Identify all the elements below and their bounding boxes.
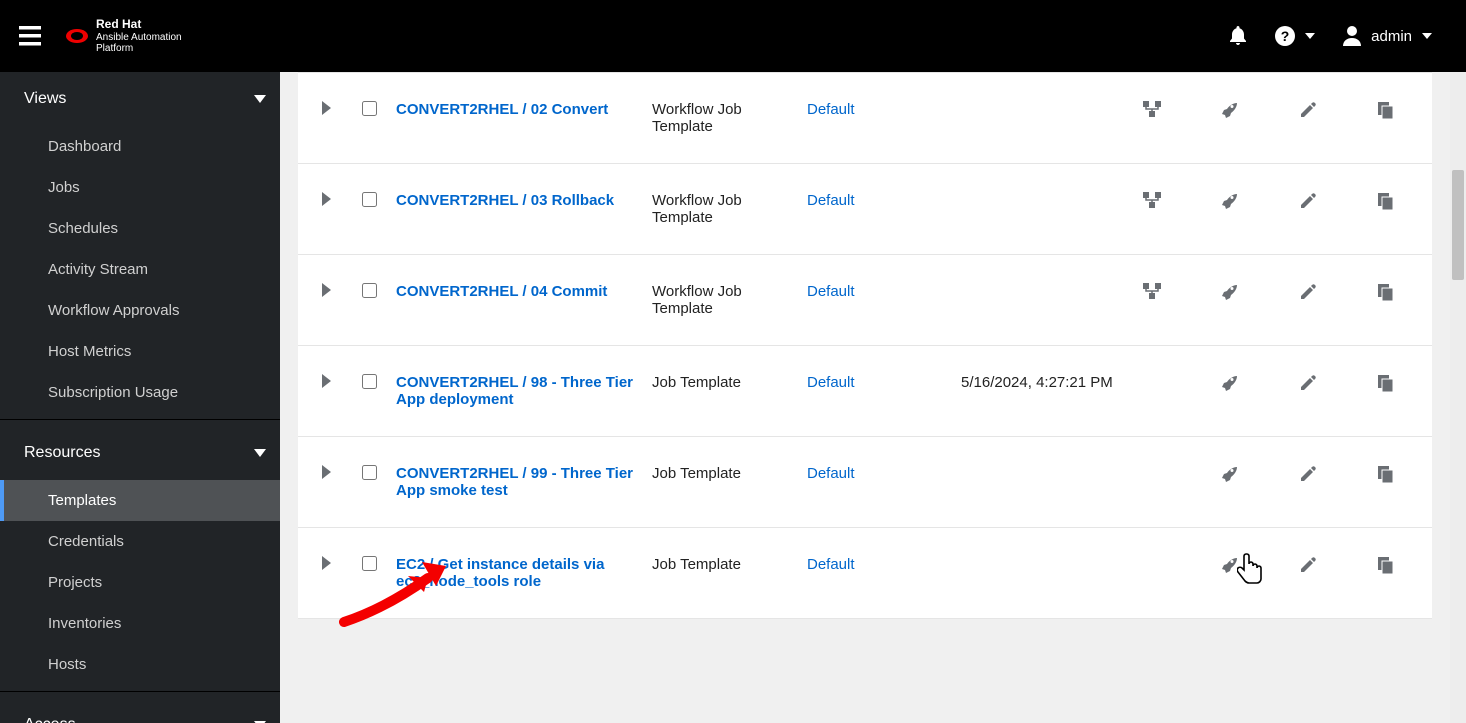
- app-header: Red Hat Ansible Automation Platform ? ad…: [0, 0, 1466, 72]
- template-name-link[interactable]: CONVERT2RHEL / 04 Commit: [396, 283, 607, 300]
- help-menu[interactable]: ?: [1275, 26, 1315, 46]
- edit-button[interactable]: [1294, 192, 1322, 210]
- edit-button[interactable]: [1294, 283, 1322, 301]
- template-name-link[interactable]: CONVERT2RHEL / 99 - Three Tier App smoke…: [396, 465, 633, 499]
- brand-logo-icon: [66, 27, 88, 45]
- svg-text:?: ?: [1281, 28, 1290, 44]
- sidebar-section-access[interactable]: Access: [0, 698, 280, 723]
- organization-link[interactable]: Default: [807, 465, 855, 482]
- copy-button[interactable]: [1372, 465, 1400, 483]
- bell-icon: [1229, 26, 1247, 46]
- user-icon: [1343, 26, 1361, 46]
- launch-button[interactable]: [1216, 192, 1244, 210]
- visualizer-button[interactable]: [1138, 101, 1166, 119]
- launch-button[interactable]: [1216, 465, 1244, 483]
- row-select[interactable]: [362, 283, 377, 298]
- edit-button[interactable]: [1294, 101, 1322, 119]
- edit-button[interactable]: [1294, 556, 1322, 574]
- table-row: CONVERT2RHEL / 99 - Three Tier App smoke…: [298, 437, 1432, 528]
- sidebar-item-dashboard[interactable]: Dashboard: [0, 126, 280, 167]
- organization-link[interactable]: Default: [807, 556, 855, 573]
- sidebar-item-templates[interactable]: Templates: [0, 480, 280, 521]
- copy-button[interactable]: [1372, 101, 1400, 119]
- sidebar-item-host-metrics[interactable]: Host Metrics: [0, 331, 280, 372]
- row-select[interactable]: [362, 101, 377, 116]
- template-type: Job Template: [652, 465, 807, 482]
- last-ran: 5/16/2024, 4:27:21 PM: [961, 374, 1131, 391]
- expand-toggle[interactable]: [322, 556, 362, 574]
- table-row: CONVERT2RHEL / 98 - Three Tier App deplo…: [298, 346, 1432, 437]
- brand-line-3: Platform: [96, 43, 182, 54]
- expand-toggle[interactable]: [322, 192, 362, 210]
- copy-button[interactable]: [1372, 556, 1400, 574]
- templates-table: CONVERT2RHEL / 02 Convert Workflow Job Te…: [298, 72, 1432, 619]
- template-type: Workflow Job Template: [652, 101, 807, 135]
- template-name-link[interactable]: CONVERT2RHEL / 02 Convert: [396, 101, 608, 118]
- organization-link[interactable]: Default: [807, 101, 855, 118]
- row-select[interactable]: [362, 556, 377, 571]
- template-type: Workflow Job Template: [652, 192, 807, 226]
- visualizer-button[interactable]: [1138, 192, 1166, 210]
- table-row: CONVERT2RHEL / 03 Rollback Workflow Job T…: [298, 164, 1432, 255]
- notifications-button[interactable]: [1229, 26, 1247, 46]
- main-content: CONVERT2RHEL / 02 Convert Workflow Job Te…: [280, 72, 1466, 723]
- sidebar-section-views[interactable]: Views: [0, 72, 280, 126]
- template-name-link[interactable]: CONVERT2RHEL / 03 Rollback: [396, 192, 614, 209]
- chevron-down-icon: [1422, 33, 1432, 39]
- edit-button[interactable]: [1294, 465, 1322, 483]
- expand-toggle[interactable]: [322, 101, 362, 119]
- scrollbar-thumb[interactable]: [1452, 170, 1464, 280]
- template-type: Workflow Job Template: [652, 283, 807, 317]
- brand: Red Hat Ansible Automation Platform: [66, 18, 182, 53]
- username-label: admin: [1371, 28, 1412, 45]
- table-row: CONVERT2RHEL / 04 Commit Workflow Job Tem…: [298, 255, 1432, 346]
- help-icon: ?: [1275, 26, 1295, 46]
- template-type: Job Template: [652, 374, 807, 391]
- template-type: Job Template: [652, 556, 807, 573]
- copy-button[interactable]: [1372, 374, 1400, 392]
- sidebar-item-hosts[interactable]: Hosts: [0, 644, 280, 685]
- launch-button[interactable]: [1216, 101, 1244, 119]
- brand-line-1: Red Hat: [96, 18, 182, 31]
- sidebar-item-projects[interactable]: Projects: [0, 562, 280, 603]
- table-row: EC2 / Get instance details via ec2_node_…: [298, 528, 1432, 619]
- hamburger-icon: [19, 26, 41, 46]
- sidebar: ViewsDashboardJobsSchedulesActivity Stre…: [0, 72, 280, 723]
- template-name-link[interactable]: CONVERT2RHEL / 98 - Three Tier App deplo…: [396, 374, 633, 408]
- sidebar-item-subscription-usage[interactable]: Subscription Usage: [0, 372, 280, 413]
- sidebar-section-resources[interactable]: Resources: [0, 426, 280, 480]
- row-select[interactable]: [362, 465, 377, 480]
- sidebar-item-workflow-approvals[interactable]: Workflow Approvals: [0, 290, 280, 331]
- row-select[interactable]: [362, 374, 377, 389]
- sidebar-item-inventories[interactable]: Inventories: [0, 603, 280, 644]
- edit-button[interactable]: [1294, 374, 1322, 392]
- sidebar-item-schedules[interactable]: Schedules: [0, 208, 280, 249]
- sidebar-item-jobs[interactable]: Jobs: [0, 167, 280, 208]
- sidebar-item-activity-stream[interactable]: Activity Stream: [0, 249, 280, 290]
- template-name-link[interactable]: EC2 / Get instance details via ec2_node_…: [396, 556, 604, 590]
- launch-button[interactable]: [1216, 283, 1244, 301]
- brand-line-2: Ansible Automation: [96, 32, 182, 43]
- expand-toggle[interactable]: [322, 465, 362, 483]
- launch-button[interactable]: [1216, 374, 1244, 392]
- copy-button[interactable]: [1372, 192, 1400, 210]
- launch-button[interactable]: [1216, 556, 1244, 574]
- table-row: CONVERT2RHEL / 02 Convert Workflow Job Te…: [298, 72, 1432, 164]
- copy-button[interactable]: [1372, 283, 1400, 301]
- organization-link[interactable]: Default: [807, 192, 855, 209]
- expand-toggle[interactable]: [322, 283, 362, 301]
- main-scrollbar[interactable]: [1450, 72, 1466, 723]
- user-menu[interactable]: admin: [1343, 26, 1432, 46]
- row-select[interactable]: [362, 192, 377, 207]
- nav-toggle[interactable]: [0, 0, 60, 72]
- organization-link[interactable]: Default: [807, 283, 855, 300]
- visualizer-button[interactable]: [1138, 283, 1166, 301]
- expand-toggle[interactable]: [322, 374, 362, 392]
- chevron-down-icon: [1305, 33, 1315, 39]
- organization-link[interactable]: Default: [807, 374, 855, 391]
- sidebar-item-credentials[interactable]: Credentials: [0, 521, 280, 562]
